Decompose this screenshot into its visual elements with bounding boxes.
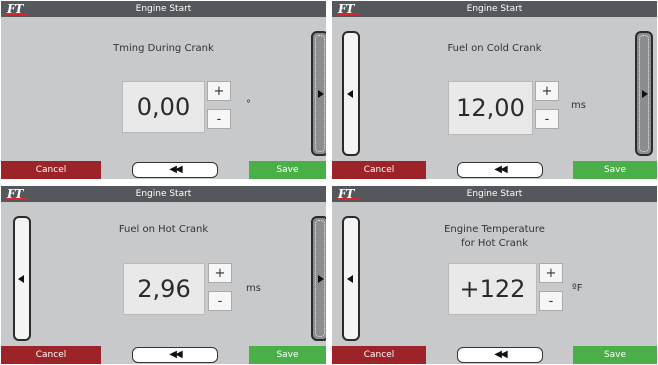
parameter-label-line-1: Engine Temperature	[444, 224, 545, 235]
engine-start-panel-hot-crank: FT Engine Start Fuel on Hot Crank 2,96 +…	[1, 186, 326, 364]
arrow-left-icon	[347, 274, 353, 283]
increment-button[interactable]: +	[207, 81, 231, 101]
save-button[interactable]: Save	[249, 161, 326, 179]
back-button[interactable]: ◀◀	[457, 162, 543, 178]
next-page-button[interactable]	[311, 216, 326, 341]
stepper: + -	[208, 263, 232, 315]
value-display: 0,00	[122, 81, 205, 133]
engine-start-panel-cold-crank: FT Engine Start Fuel on Cold Crank 12,00…	[332, 1, 657, 179]
decrement-button[interactable]: -	[539, 291, 563, 311]
arrow-right-icon	[642, 89, 648, 98]
unit-label: °	[246, 99, 251, 110]
screen-title: Engine Start	[135, 4, 192, 14]
back-button[interactable]: ◀◀	[132, 162, 218, 178]
save-button[interactable]: Save	[573, 346, 657, 364]
next-page-button[interactable]	[311, 31, 326, 156]
cancel-button[interactable]: Cancel	[332, 346, 426, 364]
stepper: + -	[207, 81, 231, 133]
top-bar: FT Engine Start	[1, 1, 326, 17]
cancel-button[interactable]: Cancel	[1, 161, 101, 179]
value-display: 2,96	[123, 263, 205, 315]
back-button[interactable]: ◀◀	[132, 347, 218, 363]
bottom-bar: Cancel ◀◀ Save	[1, 161, 326, 179]
parameter-label: Fuel on Cold Crank	[447, 43, 542, 54]
unit-label: ms	[571, 100, 586, 111]
previous-page-button[interactable]	[342, 31, 360, 156]
stepper: + -	[539, 263, 563, 315]
decrement-button[interactable]: -	[208, 291, 232, 311]
bottom-bar: Cancel ◀◀ Save	[332, 346, 657, 364]
screen-title: Engine Start	[466, 4, 523, 14]
screen-title: Engine Start	[135, 189, 192, 199]
parameter-label-line-2: for Hot Crank	[460, 238, 529, 249]
increment-button[interactable]: +	[208, 263, 232, 283]
cancel-button[interactable]: Cancel	[1, 346, 101, 364]
parameter-label: Fuel on Hot Crank	[118, 224, 209, 235]
top-bar: FT Engine Start	[1, 186, 326, 202]
engine-start-panel-timing: FT Engine Start Tming During Crank 0,00 …	[1, 1, 326, 179]
stepper: + -	[535, 81, 559, 133]
engine-start-panel-hot-crank-temp: FT Engine Start Engine Temperature for H…	[332, 186, 657, 364]
save-button[interactable]: Save	[573, 161, 657, 179]
save-button[interactable]: Save	[249, 346, 326, 364]
previous-page-button[interactable]	[342, 216, 360, 341]
value-display: 12,00	[448, 81, 533, 135]
arrow-right-icon	[318, 89, 324, 98]
increment-button[interactable]: +	[535, 81, 559, 101]
unit-label: ms	[246, 283, 261, 294]
back-button[interactable]: ◀◀	[457, 347, 543, 363]
arrow-left-icon	[347, 89, 353, 98]
parameter-label: Tming During Crank	[113, 43, 214, 54]
arrow-right-icon	[318, 274, 324, 283]
value-display: +122	[448, 263, 537, 315]
decrement-button[interactable]: -	[207, 109, 231, 129]
decrement-button[interactable]: -	[535, 109, 559, 129]
bottom-bar: Cancel ◀◀ Save	[1, 346, 326, 364]
top-bar: FT Engine Start	[332, 186, 657, 202]
top-bar: FT Engine Start	[332, 1, 657, 17]
arrow-left-icon	[18, 274, 24, 283]
screen-title: Engine Start	[466, 189, 523, 199]
next-page-button[interactable]	[635, 31, 653, 156]
bottom-bar: Cancel ◀◀ Save	[332, 161, 657, 179]
cancel-button[interactable]: Cancel	[332, 161, 426, 179]
previous-page-button[interactable]	[13, 216, 31, 341]
unit-label: ºF	[572, 283, 583, 294]
increment-button[interactable]: +	[539, 263, 563, 283]
